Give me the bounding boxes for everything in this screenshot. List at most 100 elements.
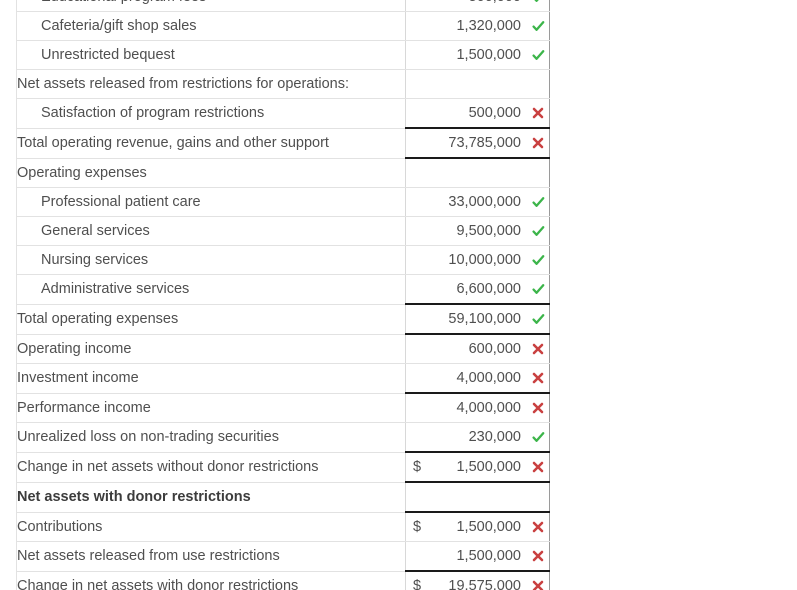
line-item-value-cell[interactable]: [405, 481, 550, 513]
table-row: Unrealized loss on non-trading securitie…: [16, 422, 550, 453]
table-row: Total operating expenses 59,100,000: [16, 303, 550, 335]
line-item-value-cell[interactable]: 1,500,000: [405, 40, 550, 70]
table-row: Cafeteria/gift shop sales 1,320,000: [16, 11, 550, 41]
line-item-amount: 73,785,000: [448, 135, 521, 151]
line-item-amount: 59,100,000: [448, 311, 521, 327]
line-item-value-cell[interactable]: 9,500,000: [405, 216, 550, 246]
line-item-label: Total operating expenses: [16, 303, 406, 335]
check-icon: [527, 431, 549, 444]
line-item-label: Cafeteria/gift shop sales: [16, 11, 406, 41]
line-item-label: Nursing services: [16, 245, 406, 275]
check-icon: [527, 20, 549, 33]
table-row: Unrestricted bequest 1,500,000: [16, 40, 550, 70]
line-item-amount: 1,500,000: [456, 519, 521, 535]
line-item-amount: 6,600,000: [456, 281, 521, 297]
line-item-value-cell[interactable]: [405, 157, 550, 188]
currency-symbol: $: [412, 519, 422, 535]
financial-statement-panel: Educational program fees500,000Cafeteria…: [16, 0, 550, 590]
table-row: Total operating revenue, gains and other…: [16, 127, 550, 159]
line-item-value-cell[interactable]: 600,000: [405, 333, 550, 364]
line-item-amount: 230,000: [468, 429, 521, 445]
table-row: Net assets with donor restrictions: [16, 481, 550, 513]
line-item-value-cell[interactable]: $1,500,000: [405, 511, 550, 542]
table-row: Performance income 4,000,000: [16, 392, 550, 423]
line-item-value-cell[interactable]: 1,500,000: [405, 541, 550, 572]
table-row: Satisfaction of program restrictions 500,…: [16, 98, 550, 129]
cross-icon: [527, 107, 549, 119]
line-item-value-cell[interactable]: 4,000,000: [405, 392, 550, 423]
line-item-value-cell[interactable]: $19,575,000: [405, 570, 550, 590]
check-icon: [527, 0, 549, 4]
line-item-amount: 500,000: [428, 0, 527, 10]
table-row: Investment income 4,000,000: [16, 363, 550, 394]
line-item-value-cell[interactable]: [405, 69, 550, 99]
line-item-value-cell[interactable]: 500,000: [405, 0, 550, 12]
check-icon: [527, 49, 549, 62]
line-item-amount: 10,000,000: [448, 252, 521, 268]
line-item-label: Unrestricted bequest: [16, 40, 406, 70]
cross-icon: [527, 461, 549, 473]
table-row: Professional patient care 33,000,000: [16, 187, 550, 217]
check-icon: [527, 225, 549, 238]
line-item-label: Total operating revenue, gains and other…: [16, 127, 406, 159]
line-item-value-cell[interactable]: 10,000,000: [405, 245, 550, 275]
check-icon: [527, 196, 549, 209]
line-item-amount: 4,000,000: [456, 370, 521, 386]
line-item-amount: 19,575,000: [448, 578, 521, 590]
table-row: Nursing services 10,000,000: [16, 245, 550, 275]
line-item-value-cell[interactable]: 73,785,000: [405, 127, 550, 159]
line-item-label: Contributions: [16, 511, 406, 542]
line-item-value-cell[interactable]: 500,000: [405, 98, 550, 129]
line-item-value-cell[interactable]: 33,000,000: [405, 187, 550, 217]
table-row: Educational program fees 500,000: [16, 0, 550, 12]
financial-statement-body: Educational program fees500,000Cafeteria…: [16, 0, 550, 590]
line-item-value-cell[interactable]: 59,100,000: [405, 303, 550, 335]
line-item-label: Net assets released from use restriction…: [16, 541, 406, 572]
line-item-label: Unrealized loss on non-trading securitie…: [16, 422, 406, 453]
line-item-value-cell[interactable]: 6,600,000: [405, 274, 550, 305]
line-item-amount: 1,500,000: [456, 548, 521, 564]
line-item-value-cell[interactable]: 4,000,000: [405, 363, 550, 394]
currency-symbol: $: [412, 459, 422, 475]
line-item-value-cell[interactable]: 1,320,000: [405, 11, 550, 41]
table-row: Operating income 600,000: [16, 333, 550, 364]
line-item-value-cell[interactable]: 230,000: [405, 422, 550, 453]
table-row: Net assets released from use restriction…: [16, 541, 550, 572]
line-item-label: Performance income: [16, 392, 406, 423]
table-row: Change in net assets with donor restrict…: [16, 570, 550, 590]
line-item-amount: 500,000: [468, 105, 521, 121]
table-row: General services 9,500,000: [16, 216, 550, 246]
table-row: Administrative services 6,600,000: [16, 274, 550, 305]
check-icon: [527, 254, 549, 267]
table-row: Contributions $1,500,000: [16, 511, 550, 542]
line-item-amount: 600,000: [468, 341, 521, 357]
line-item-label: Professional patient care: [16, 187, 406, 217]
line-item-label: Net assets released from restrictions fo…: [16, 69, 406, 99]
currency-symbol: $: [412, 578, 422, 590]
line-item-label: Administrative services: [16, 274, 406, 305]
table-row: Change in net assets without donor restr…: [16, 451, 550, 483]
table-row: Net assets released from restrictions fo…: [16, 69, 550, 99]
line-item-amount: 1,320,000: [456, 18, 521, 34]
table-row: Operating expenses: [16, 157, 550, 188]
line-item-label: General services: [16, 216, 406, 246]
cross-icon: [527, 343, 549, 355]
cross-icon: [527, 402, 549, 414]
cross-icon: [527, 372, 549, 384]
cross-icon: [527, 137, 549, 149]
line-item-value-cell[interactable]: $1,500,000: [405, 451, 550, 483]
line-item-label: Net assets with donor restrictions: [16, 481, 406, 513]
check-icon: [527, 283, 549, 296]
line-item-label: Operating income: [16, 333, 406, 364]
line-item-amount: 33,000,000: [448, 194, 521, 210]
line-item-amount: 9,500,000: [456, 223, 521, 239]
line-item-label: Operating expenses: [16, 157, 406, 188]
line-item-amount: 4,000,000: [456, 400, 521, 416]
line-item-label: Educational program fees: [16, 0, 406, 12]
line-item-label: Investment income: [16, 363, 406, 394]
line-item-amount: 1,500,000: [456, 47, 521, 63]
line-item-label: Satisfaction of program restrictions: [16, 98, 406, 129]
cross-icon: [527, 580, 549, 590]
screenshot-root: Educational program fees500,000Cafeteria…: [0, 0, 797, 590]
check-icon: [527, 313, 549, 326]
